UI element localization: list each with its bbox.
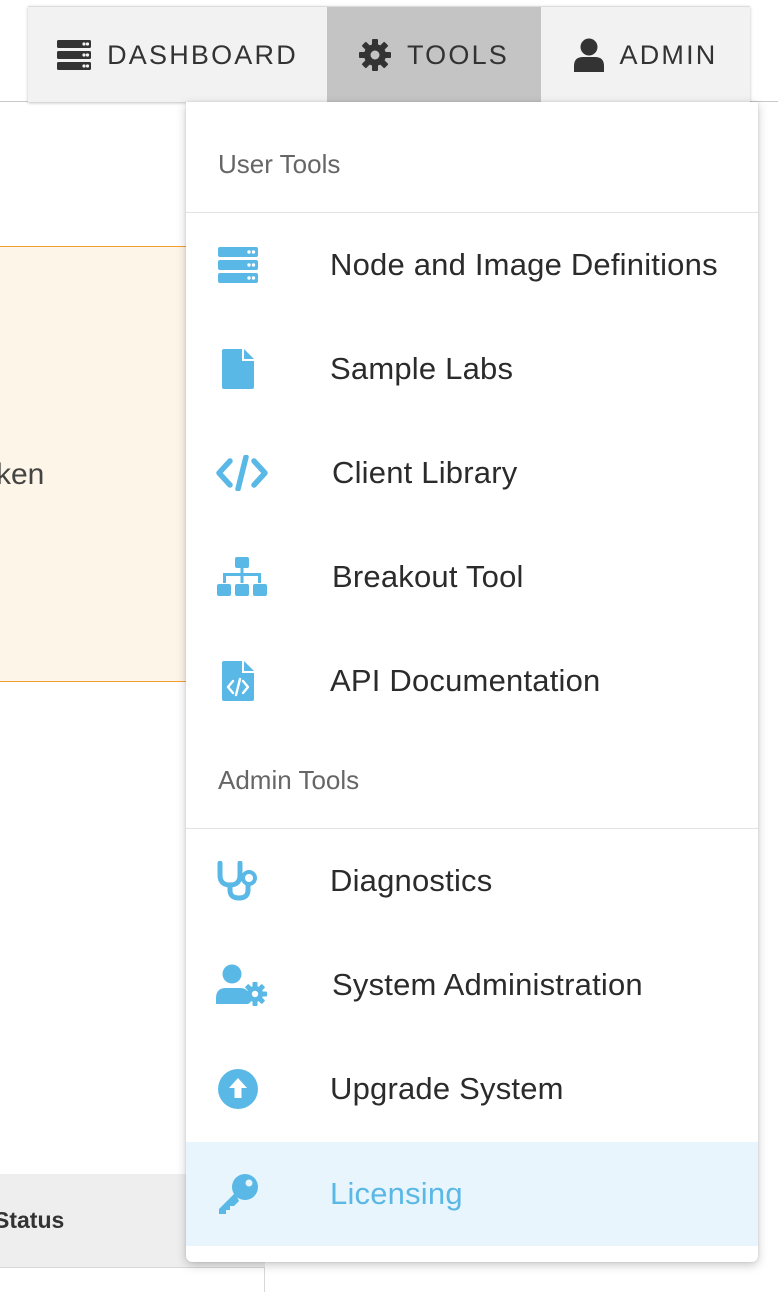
menu-item-diagnostics[interactable]: Diagnostics xyxy=(186,829,758,933)
menu-item-label: System Administration xyxy=(332,967,643,1002)
nav-admin-label: ADMIN xyxy=(619,39,718,70)
gear-icon xyxy=(358,39,391,71)
admin-tools-header: Admin Tools xyxy=(218,764,360,795)
server-stack-icon xyxy=(216,243,260,287)
menu-item-label: API Documentation xyxy=(330,663,601,698)
key-icon xyxy=(216,1172,260,1216)
menu-item-breakout-tool[interactable]: Breakout Tool xyxy=(186,525,758,629)
menu-item-client-library[interactable]: Client Library xyxy=(186,421,758,525)
menu-item-upgrade-system[interactable]: Upgrade System xyxy=(186,1037,758,1141)
background-table-header-status: Status xyxy=(0,1207,65,1233)
menu-item-label: Licensing xyxy=(330,1176,463,1211)
menu-item-licensing[interactable]: Licensing xyxy=(186,1142,758,1246)
menu-item-label: Upgrade System xyxy=(330,1071,564,1106)
background-table-divider xyxy=(264,1268,265,1292)
nav-dashboard-label: DASHBOARD xyxy=(107,39,298,70)
sitemap-icon xyxy=(216,555,268,599)
menu-item-label: Breakout Tool xyxy=(332,559,524,594)
arrow-circle-up-icon xyxy=(216,1067,260,1111)
menu-item-api-documentation[interactable]: API Documentation xyxy=(186,629,758,733)
menu-item-system-administration[interactable]: System Administration xyxy=(186,933,758,1037)
user-cog-icon xyxy=(216,963,268,1007)
menu-item-label: Diagnostics xyxy=(330,863,493,898)
nav-tools-label: TOOLS xyxy=(406,39,510,70)
nav-dashboard[interactable]: DASHBOARD xyxy=(28,7,327,103)
server-icon xyxy=(57,40,92,70)
user-tools-header: User Tools xyxy=(218,148,341,179)
file-icon xyxy=(216,347,260,391)
menu-item-label: Node and Image Definitions xyxy=(330,247,718,282)
tools-dropdown-menu: User Tools Node and Image Definitions Sa… xyxy=(186,102,758,1262)
nav-admin[interactable]: ADMIN xyxy=(541,7,750,103)
page-divider-left xyxy=(0,101,28,102)
background-alert-text: ken xyxy=(0,458,45,491)
top-navigation: DASHBOARD TOOLS ADMIN xyxy=(28,6,750,103)
nav-tools[interactable]: TOOLS xyxy=(327,7,541,103)
menu-item-sample-labs[interactable]: Sample Labs xyxy=(186,317,758,421)
user-icon xyxy=(573,38,604,72)
menu-item-label: Client Library xyxy=(332,455,518,490)
code-icon xyxy=(216,451,268,495)
stethoscope-icon xyxy=(216,859,260,903)
menu-item-label: Sample Labs xyxy=(330,351,514,386)
menu-item-node-image-definitions[interactable]: Node and Image Definitions xyxy=(186,213,758,317)
file-code-icon xyxy=(216,659,260,703)
